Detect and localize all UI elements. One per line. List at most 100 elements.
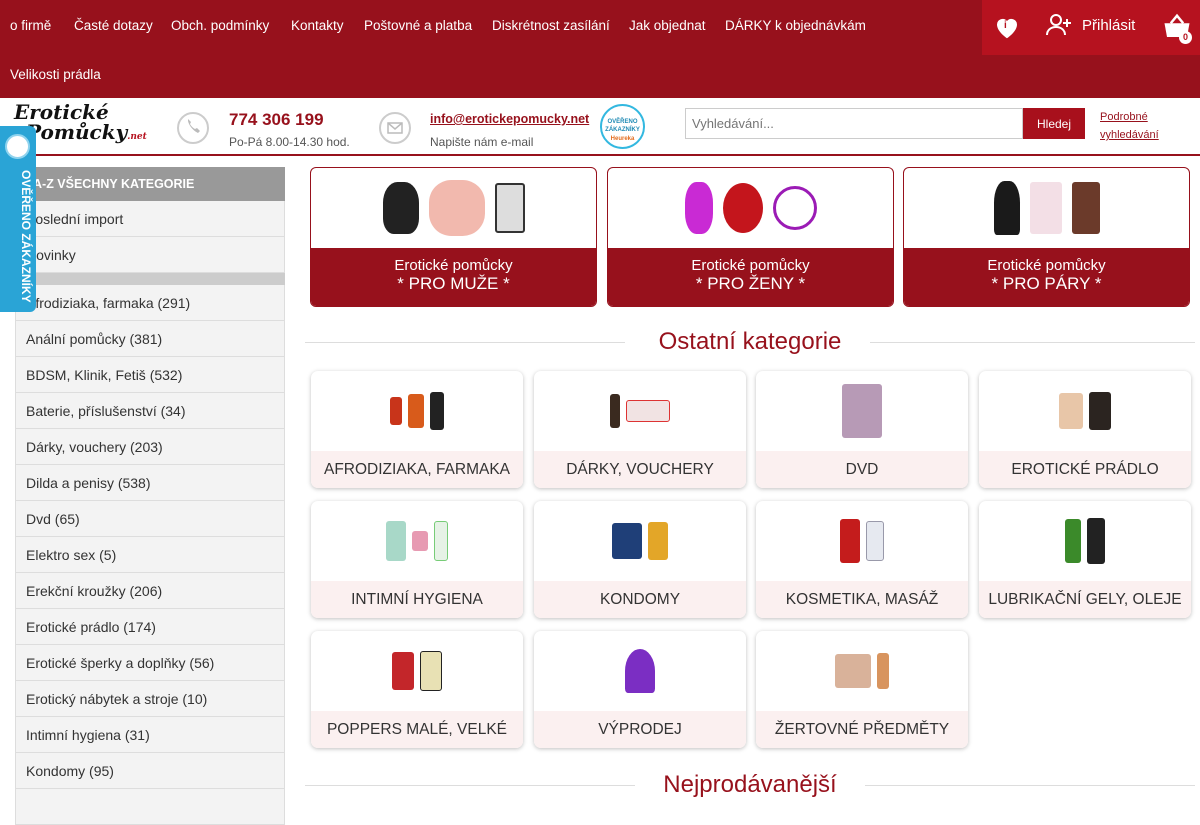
product-image <box>772 186 817 230</box>
product-image <box>1029 182 1062 234</box>
category-card[interactable]: AFRODIZIAKA, FARMAKA <box>311 371 523 488</box>
product-image <box>382 182 419 234</box>
site-header: Erotické Pomůcky.net 774 306 199 Po-Pá 8… <box>0 98 1200 156</box>
envelope-icon <box>379 112 411 144</box>
verified-customers-badge[interactable]: OVĚŘENO ZÁKAZNÍKY Heureka <box>600 104 645 149</box>
sidebar-item[interactable]: Erotické šperky a doplňky (56) <box>15 645 285 681</box>
category-label: KOSMETIKA, MASÁŽ <box>756 581 968 618</box>
sidebar-item[interactable]: Dvd (65) <box>15 501 285 537</box>
nav-link-sizes[interactable]: Velikosti prádla <box>10 67 101 82</box>
card-line-1: Erotické pomůcky <box>691 257 810 274</box>
product-image <box>412 531 428 551</box>
nav-link-gifts[interactable]: DÁRKY k objednávkám <box>725 18 866 33</box>
search-button[interactable]: Hledej <box>1023 108 1085 139</box>
sidebar-item-last-import[interactable]: Poslední import <box>15 201 285 237</box>
product-image <box>842 384 882 438</box>
logo-suffix: .net <box>127 132 147 142</box>
category-label: AFRODIZIAKA, FARMAKA <box>311 451 523 488</box>
sidebar-item[interactable]: Erekční kroužky (206) <box>15 573 285 609</box>
phone-number[interactable]: 774 306 199 <box>229 110 324 130</box>
sidebar-item[interactable]: Erotický nábytek a stroje (10) <box>15 681 285 717</box>
sidebar-item[interactable]: Baterie, příslušenství (34) <box>15 393 285 429</box>
product-image <box>877 653 889 689</box>
card-line-2: * PRO MUŽE * <box>397 274 510 293</box>
category-sidebar: A-Z VŠECHNY KATEGORIE Poslední import No… <box>15 167 285 825</box>
category-images <box>756 631 968 711</box>
product-image <box>434 521 448 561</box>
sidebar-item[interactable]: Dilda a penisy (538) <box>15 465 285 501</box>
search-input[interactable] <box>685 108 1023 139</box>
card-label: Erotické pomůcky * PRO MUŽE * <box>311 248 596 306</box>
advanced-search-link[interactable]: Podrobné vyhledávání <box>1100 108 1180 144</box>
category-label: INTIMNÍ HYGIENA <box>311 581 523 618</box>
sidebar-item[interactable]: Intimní hygiena (31) <box>15 717 285 753</box>
sidebar-item[interactable] <box>15 789 285 825</box>
verified-customers-tab[interactable]: OVĚŘENO ZÁKAZNÍKY <box>0 126 36 312</box>
heureka-seal-icon <box>5 134 30 159</box>
category-images <box>311 631 523 711</box>
cart-count: 0 <box>1179 31 1192 44</box>
product-image <box>390 397 402 425</box>
sidebar-item[interactable]: Afrodiziaka, farmaka (291) <box>15 285 285 321</box>
sidebar-item[interactable]: Kondomy (95) <box>15 753 285 789</box>
logo-line-2: Pomůcky <box>26 120 128 144</box>
product-image <box>392 652 414 690</box>
category-label: EROTICKÉ PRÁDLO <box>979 451 1191 488</box>
card-line-1: Erotické pomůcky <box>394 257 513 274</box>
verified-tab-label: OVĚŘENO ZÁKAZNÍKY <box>19 169 33 303</box>
nav-link-contacts[interactable]: Kontakty <box>291 18 344 33</box>
product-image <box>835 654 871 688</box>
sidebar-item[interactable]: Elektro sex (5) <box>15 537 285 573</box>
category-label: LUBRIKAČNÍ GELY, OLEJE <box>979 581 1191 618</box>
nav-link-about[interactable]: o firmě <box>10 18 51 33</box>
heart-icon[interactable] <box>992 12 1022 42</box>
card-label: Erotické pomůcky * PRO ŽENY * <box>608 248 893 306</box>
product-image <box>1071 182 1100 234</box>
product-image <box>610 394 620 428</box>
user-add-icon <box>1046 14 1071 36</box>
product-image <box>684 182 713 234</box>
category-card[interactable]: DVD <box>756 371 968 488</box>
section-title: Ostatní kategorie <box>658 328 842 355</box>
product-image <box>993 181 1020 235</box>
login-button[interactable]: Přihlásit <box>1046 14 1135 36</box>
product-image <box>626 400 670 422</box>
sidebar-item[interactable]: Dárky, vouchery (203) <box>15 429 285 465</box>
sidebar-item-news[interactable]: Novinky <box>15 237 285 273</box>
category-card[interactable]: VÝPRODEJ <box>534 631 746 748</box>
product-image <box>1087 518 1105 564</box>
sidebar-item[interactable]: Anální pomůcky (381) <box>15 321 285 357</box>
section-title: Nejprodávanější <box>663 771 837 798</box>
nav-link-discretion[interactable]: Diskrétnost zasílání <box>492 18 610 33</box>
sidebar-item[interactable]: BDSM, Klinik, Fetiš (532) <box>15 357 285 393</box>
card-for-couples[interactable]: Erotické pomůcky * PRO PÁRY * <box>903 167 1190 307</box>
badge-line-1: OVĚŘENO <box>607 119 638 125</box>
card-for-women[interactable]: Erotické pomůcky * PRO ŽENY * <box>607 167 894 307</box>
card-label: Erotické pomůcky * PRO PÁRY * <box>904 248 1189 306</box>
product-image <box>408 394 424 428</box>
category-card[interactable]: LUBRIKAČNÍ GELY, OLEJE <box>979 501 1191 618</box>
category-images <box>979 371 1191 451</box>
category-card[interactable]: DÁRKY, VOUCHERY <box>534 371 746 488</box>
nav-link-faq[interactable]: Časté dotazy <box>74 18 153 33</box>
sidebar-item[interactable]: Erotické prádlo (174) <box>15 609 285 645</box>
category-card[interactable]: KOSMETIKA, MASÁŽ <box>756 501 968 618</box>
category-card[interactable]: EROTICKÉ PRÁDLO <box>979 371 1191 488</box>
card-for-men[interactable]: Erotické pomůcky * PRO MUŽE * <box>310 167 597 307</box>
nav-link-terms[interactable]: Obch. podmínky <box>171 18 269 33</box>
nav-link-how-to-order[interactable]: Jak objednat <box>629 18 706 33</box>
sidebar-header[interactable]: A-Z VŠECHNY KATEGORIE <box>15 167 285 201</box>
product-image <box>722 183 763 233</box>
product-image <box>430 392 444 430</box>
category-card[interactable]: POPPERS MALÉ, VELKÉ <box>311 631 523 748</box>
category-card[interactable]: INTIMNÍ HYGIENA <box>311 501 523 618</box>
product-image <box>494 183 525 233</box>
card-line-2: * PRO ŽENY * <box>695 274 806 293</box>
section-other-categories: Ostatní kategorie <box>305 328 1195 358</box>
category-card[interactable]: KONDOMY <box>534 501 746 618</box>
product-image <box>648 522 668 560</box>
nav-link-shipping[interactable]: Poštovné a platba <box>364 18 472 33</box>
sidebar-divider <box>15 273 285 285</box>
email-link[interactable]: info@erotickepomucky.net <box>430 112 589 126</box>
category-card[interactable]: ŽERTOVNÉ PŘEDMĚTY <box>756 631 968 748</box>
